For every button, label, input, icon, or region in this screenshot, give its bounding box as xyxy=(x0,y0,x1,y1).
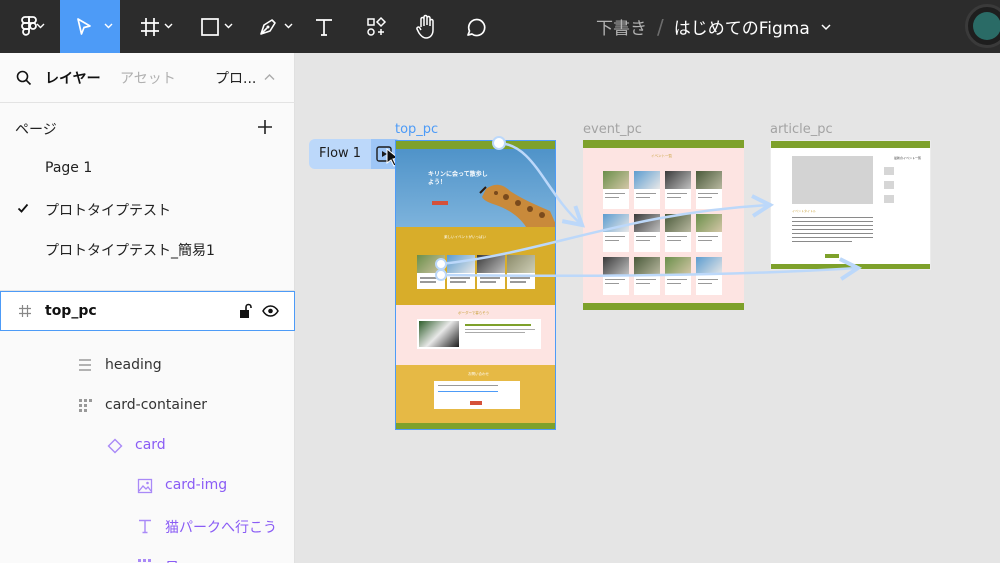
text-tool-button[interactable] xyxy=(304,0,344,53)
page-item-page-1[interactable]: Page 1 xyxy=(0,149,295,189)
page-item-label: プロトタイプテスト xyxy=(45,203,171,219)
canvas[interactable]: top_pc event_pc article_pc Flow 1 キリンに会っ… xyxy=(295,53,1000,563)
comment-icon xyxy=(467,18,486,36)
layer-partial[interactable]: 日 xyxy=(0,546,295,563)
pages-header: ページ xyxy=(0,103,295,153)
page-item-label: Page 1 xyxy=(45,160,93,176)
move-tool-button[interactable] xyxy=(60,0,120,53)
connection-handle[interactable] xyxy=(492,136,506,150)
page-item-prototype-test[interactable]: プロトタイプテスト xyxy=(0,189,295,229)
connection-handle[interactable] xyxy=(435,258,447,270)
figma-app: 下書き / はじめてのFigma レイヤー アセット プロ... ページ Pag… xyxy=(0,0,1000,563)
add-page-icon[interactable] xyxy=(256,118,274,136)
eye-icon[interactable] xyxy=(262,305,279,317)
connection-line[interactable] xyxy=(498,141,586,228)
pen-tool-button[interactable] xyxy=(248,0,298,53)
layer-label: card-container xyxy=(105,397,208,413)
layer-label: card-img xyxy=(165,477,228,493)
layer-card-img[interactable]: card-img xyxy=(0,466,295,506)
chevron-down-icon xyxy=(36,23,45,29)
layer-label: 猫パークへ行こう xyxy=(165,520,277,536)
tab-layers[interactable]: レイヤー xyxy=(45,68,101,88)
comment-tool-button[interactable] xyxy=(455,0,497,53)
frame-icon xyxy=(19,305,31,317)
chevron-down-icon xyxy=(284,23,293,29)
layer-label: card xyxy=(135,437,166,453)
breadcrumb-separator: / xyxy=(657,14,664,39)
layer-card-container[interactable]: card-container xyxy=(0,386,295,426)
page-item-label: プロトタイプテスト_簡易1 xyxy=(45,243,215,259)
panel-tabs: レイヤー アセット プロ... xyxy=(0,53,295,103)
layer-label: top_pc xyxy=(45,303,97,319)
layer-frame-top-pc[interactable]: top_pc xyxy=(0,291,295,331)
grid-icon xyxy=(79,399,92,412)
rectangle-icon xyxy=(201,17,219,36)
user-avatar[interactable] xyxy=(965,4,1000,48)
hand-tool-button[interactable] xyxy=(405,0,447,53)
chevron-down-icon[interactable] xyxy=(820,22,832,32)
connection-line[interactable] xyxy=(440,194,775,266)
text-align-icon xyxy=(79,359,91,371)
layer-heading[interactable]: heading xyxy=(0,346,295,386)
figma-menu-button[interactable] xyxy=(0,0,60,53)
cursor-icon xyxy=(77,17,91,35)
check-icon xyxy=(17,203,29,213)
shape-tool-button[interactable] xyxy=(190,0,240,53)
component-instance-icon xyxy=(107,438,123,454)
pen-icon xyxy=(260,18,276,35)
resources-icon xyxy=(367,16,387,36)
page-item-prototype-test-simple[interactable]: プロトタイプテスト_簡易1 xyxy=(0,229,295,269)
layer-label: heading xyxy=(105,357,162,373)
tab-prototype[interactable]: プロ... xyxy=(215,68,256,88)
chevron-down-icon xyxy=(164,23,173,29)
connection-handle[interactable] xyxy=(435,269,447,281)
unlock-icon[interactable] xyxy=(239,303,253,319)
breadcrumb-location[interactable]: 下書き xyxy=(596,14,647,39)
connection-line[interactable] xyxy=(440,257,863,281)
pages-title: ページ xyxy=(15,122,57,138)
frame-tool-button[interactable] xyxy=(130,0,180,53)
file-breadcrumb: 下書き / はじめてのFigma xyxy=(596,0,832,53)
chevron-down-icon xyxy=(224,23,233,29)
resources-tool-button[interactable] xyxy=(356,0,396,53)
file-name[interactable]: はじめてのFigma xyxy=(674,14,810,39)
search-icon[interactable] xyxy=(16,70,32,86)
layer-card[interactable]: card xyxy=(0,426,295,466)
hand-icon xyxy=(416,14,434,39)
left-panel: レイヤー アセット プロ... ページ Page 1 プロトタイプテスト プロト… xyxy=(0,53,295,563)
grid-icon xyxy=(138,559,151,562)
toolbar: 下書き / はじめてのFigma xyxy=(0,0,1000,53)
frame-icon xyxy=(141,17,159,36)
image-icon xyxy=(137,478,153,494)
chevron-up-icon[interactable] xyxy=(264,73,275,81)
layer-label: 日 xyxy=(165,557,179,563)
prototype-connections xyxy=(435,136,863,281)
chevron-down-icon xyxy=(104,23,113,29)
layer-text[interactable]: 猫パークへ行こう xyxy=(0,506,295,546)
tab-assets[interactable]: アセット xyxy=(120,68,176,88)
text-icon xyxy=(139,519,151,534)
text-tool-icon xyxy=(316,18,332,36)
